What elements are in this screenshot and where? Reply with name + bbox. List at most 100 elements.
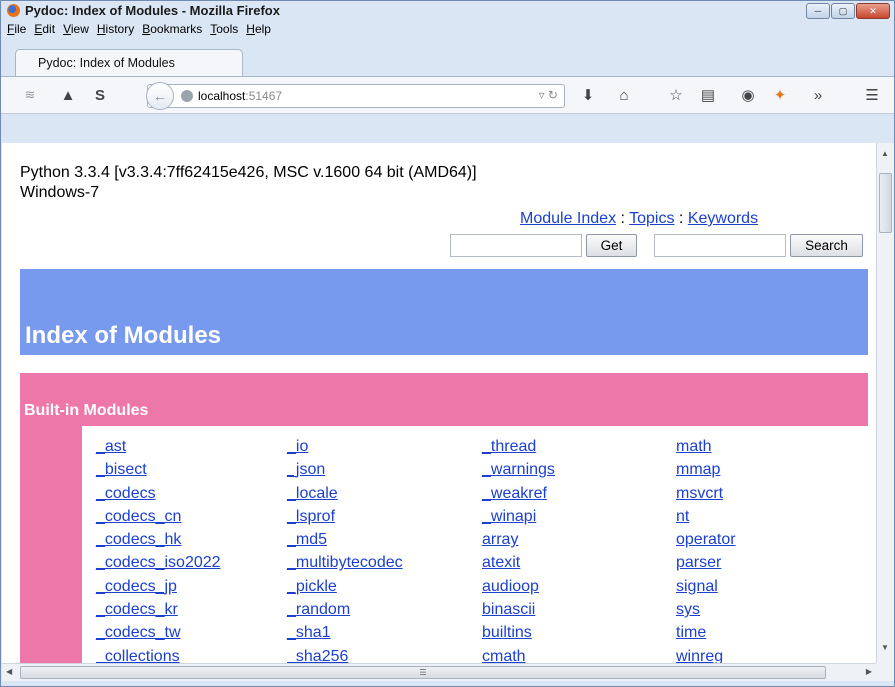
pocket-icon[interactable]: ▲ xyxy=(59,86,77,104)
module-link[interactable]: mmap xyxy=(676,458,736,481)
back-button[interactable]: ← xyxy=(146,82,174,110)
ghost-icon[interactable]: ◉ xyxy=(739,86,757,104)
module-link[interactable]: _warnings xyxy=(482,458,555,481)
module-link[interactable]: _codecs_kr xyxy=(96,598,221,621)
section-header: Built-in Modules xyxy=(20,373,868,426)
module-link[interactable]: audioop xyxy=(482,575,555,598)
module-link[interactable]: nt xyxy=(676,505,736,528)
module-link[interactable]: _codecs_tw xyxy=(96,621,221,644)
page-content[interactable]: Python 3.3.4 [v3.3.4:7ff62415e426, MSC v… xyxy=(2,143,876,663)
menu-edit[interactable]: Edit xyxy=(34,22,55,40)
window-controls: ─ ▢ ✕ xyxy=(806,3,890,19)
get-button[interactable]: Get xyxy=(586,234,637,257)
module-link[interactable]: cmath xyxy=(482,645,555,663)
menu-file[interactable]: File xyxy=(7,22,26,40)
module-link[interactable]: _locale xyxy=(287,482,403,505)
module-link[interactable]: _lsprof xyxy=(287,505,403,528)
os-name: Windows-7 xyxy=(20,184,100,201)
module-link[interactable]: _codecs_iso2022 xyxy=(96,551,221,574)
horizontal-scrollbar[interactable]: ◀ ☰ ▶ xyxy=(2,663,876,681)
close-button[interactable]: ✕ xyxy=(856,3,890,19)
module-link[interactable]: _multibytecodec xyxy=(287,551,403,574)
scroll-down-icon[interactable]: ▼ xyxy=(881,643,889,652)
nav-separator: : xyxy=(674,210,688,227)
fox-icon[interactable]: ✦ xyxy=(771,86,789,104)
scrollbar-corner xyxy=(876,663,894,681)
module-link[interactable]: _weakref xyxy=(482,482,555,505)
module-link[interactable]: array xyxy=(482,528,555,551)
module-link[interactable]: _codecs xyxy=(96,482,221,505)
module-link[interactable]: atexit xyxy=(482,551,555,574)
menu-bar: File Edit View History Bookmarks Tools H… xyxy=(7,22,271,40)
module-link[interactable]: _ast xyxy=(96,435,221,458)
module-link[interactable]: binascii xyxy=(482,598,555,621)
module-link[interactable]: signal xyxy=(676,575,736,598)
python-info: Python 3.3.4 [v3.3.4:7ff62415e426, MSC v… xyxy=(20,163,477,203)
module-link[interactable]: _collections xyxy=(96,645,221,663)
topics-link[interactable]: Topics xyxy=(629,210,674,227)
scroll-left-icon[interactable]: ◀ xyxy=(6,667,12,676)
menu-bookmarks[interactable]: Bookmarks xyxy=(142,22,202,40)
title-bar: Pydoc: Index of Modules - Mozilla Firefo… xyxy=(1,1,894,19)
module-link[interactable]: _json xyxy=(287,458,403,481)
search-input[interactable] xyxy=(654,234,786,257)
tab-strip: Pydoc: Index of Modules xyxy=(1,45,894,76)
module-link[interactable]: _bisect xyxy=(96,458,221,481)
scroll-up-icon[interactable]: ▲ xyxy=(881,149,889,158)
minimize-button[interactable]: ─ xyxy=(806,3,830,19)
module-link[interactable]: operator xyxy=(676,528,736,551)
module-link[interactable]: _sha1 xyxy=(287,621,403,644)
menu-history[interactable]: History xyxy=(97,22,134,40)
maximize-button[interactable]: ▢ xyxy=(831,3,855,19)
module-index-link[interactable]: Module Index xyxy=(520,210,616,227)
module-link[interactable]: sys xyxy=(676,598,736,621)
keywords-link[interactable]: Keywords xyxy=(688,210,758,227)
module-link[interactable]: _random xyxy=(287,598,403,621)
module-link[interactable]: _thread xyxy=(482,435,555,458)
tab-pydoc[interactable]: Pydoc: Index of Modules xyxy=(15,49,243,76)
module-link[interactable]: _codecs_cn xyxy=(96,505,221,528)
navigation-toolbar: ≋ ▲ S ← localhost:51467 ▿ ↻ ⬇ ⌂ ☆ ▤ ◉ ✦ … xyxy=(1,76,894,114)
url-text[interactable]: localhost:51467 xyxy=(198,89,282,103)
menu-view[interactable]: View xyxy=(63,22,89,40)
module-column-1: _ast _bisect _codecs _codecs_cn _codecs_… xyxy=(96,435,221,663)
rss-icon[interactable]: ≋ xyxy=(21,86,39,104)
module-link[interactable]: time xyxy=(676,621,736,644)
module-link[interactable]: winreg xyxy=(676,645,736,663)
horizontal-scroll-thumb[interactable]: ☰ xyxy=(20,666,826,679)
module-link[interactable]: _codecs_jp xyxy=(96,575,221,598)
firefox-icon xyxy=(7,4,20,17)
module-link[interactable]: _codecs_hk xyxy=(96,528,221,551)
reload-icon[interactable]: ▿ ↻ xyxy=(539,88,558,102)
overflow-icon[interactable]: » xyxy=(809,86,827,104)
get-input[interactable] xyxy=(450,234,582,257)
module-link[interactable]: _md5 xyxy=(287,528,403,551)
sync-icon[interactable]: S xyxy=(91,86,109,104)
vertical-scrollbar[interactable]: ▲ ▼ xyxy=(876,143,894,663)
module-link[interactable]: parser xyxy=(676,551,736,574)
globe-icon xyxy=(181,90,193,102)
hamburger-menu-icon[interactable]: ☰ xyxy=(863,86,881,104)
home-icon[interactable]: ⌂ xyxy=(615,86,633,104)
module-link[interactable]: _sha256 xyxy=(287,645,403,663)
module-link[interactable]: msvcrt xyxy=(676,482,736,505)
scroll-right-icon[interactable]: ▶ xyxy=(866,667,872,676)
search-button[interactable]: Search xyxy=(790,234,863,257)
module-link[interactable]: _pickle xyxy=(287,575,403,598)
reader-icon[interactable]: ▤ xyxy=(699,86,717,104)
module-link[interactable]: _winapi xyxy=(482,505,555,528)
download-icon[interactable]: ⬇ xyxy=(579,86,597,104)
module-link[interactable]: builtins xyxy=(482,621,555,644)
url-bar[interactable]: ← localhost:51467 ▿ ↻ xyxy=(146,82,565,110)
menu-tools[interactable]: Tools xyxy=(210,22,238,40)
star-icon[interactable]: ☆ xyxy=(667,86,685,104)
module-column-4: math mmap msvcrt nt operator parser sign… xyxy=(676,435,736,663)
menu-help[interactable]: Help xyxy=(246,22,271,40)
vertical-scroll-thumb[interactable] xyxy=(879,173,892,233)
builtin-modules-section: Built-in Modules _ast _bisect _codecs _c… xyxy=(20,373,868,663)
module-column-3: _thread _warnings _weakref _winapi array… xyxy=(482,435,555,663)
url-host: localhost xyxy=(198,89,246,103)
module-link[interactable]: math xyxy=(676,435,736,458)
nav-separator: : xyxy=(616,210,630,227)
module-link[interactable]: _io xyxy=(287,435,403,458)
